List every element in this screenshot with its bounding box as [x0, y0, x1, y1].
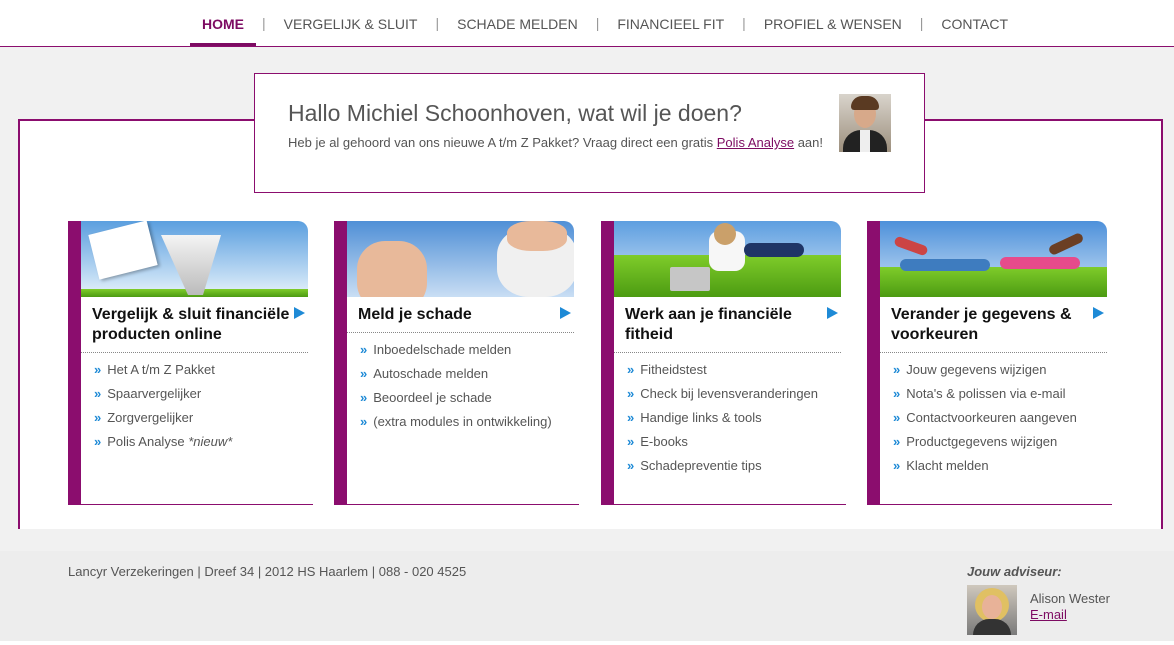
list-item[interactable]: » E-books	[627, 433, 818, 457]
card-image-feet	[347, 221, 574, 297]
bullet-icon: »	[94, 410, 102, 425]
bullet-icon: »	[360, 390, 368, 405]
card-title[interactable]: Meld je schade	[358, 305, 558, 325]
list-item[interactable]: » Fitheidstest	[627, 361, 818, 385]
bullet-icon: »	[893, 386, 901, 401]
bullet-icon: »	[893, 458, 901, 473]
card-link-list: » Het A t/m Z Pakket » Spaarvergelijker » Z…	[94, 361, 232, 457]
list-item[interactable]: » Nota's & polissen via e-mail	[893, 385, 1077, 409]
bullet-icon: »	[627, 410, 635, 425]
nav-schade-melden[interactable]: SCHADE MELDEN	[445, 0, 590, 46]
advisor-name: Alison Wester	[1030, 591, 1110, 606]
user-avatar	[839, 94, 891, 152]
nav-contact[interactable]: CONTACT	[929, 0, 1020, 46]
bullet-icon: »	[627, 458, 635, 473]
card-link-list: » Inboedelschade melden » Autoschade melde…	[360, 341, 552, 437]
advisor-label: Jouw adviseur:	[967, 564, 1062, 579]
nav-separator: |	[919, 15, 924, 31]
list-item[interactable]: » Spaarvergelijker	[94, 385, 232, 409]
bullet-icon: »	[893, 434, 901, 449]
advisor-avatar	[967, 585, 1017, 635]
card-image-tornado	[81, 221, 308, 297]
nav-profiel-wensen[interactable]: PROFIEL & WENSEN	[752, 0, 914, 46]
list-item[interactable]: » Het A t/m Z Pakket	[94, 361, 232, 385]
list-item[interactable]: » Klacht melden	[893, 457, 1077, 481]
list-item[interactable]: » Inboedelschade melden	[360, 341, 552, 365]
nav-separator: |	[595, 15, 600, 31]
bullet-icon: »	[94, 362, 102, 377]
list-item[interactable]: » Autoschade melden	[360, 365, 552, 389]
bullet-icon: »	[360, 414, 368, 429]
arrow-right-icon[interactable]	[827, 307, 838, 319]
arrow-right-icon[interactable]	[1093, 307, 1104, 319]
list-item[interactable]: » Zorgvergelijker	[94, 409, 232, 433]
welcome-greeting: Hallo Michiel Schoonhoven, wat wil je do…	[288, 100, 742, 126]
card-vergelijk-sluit: Vergelijk & sluit financiële producten o…	[68, 221, 313, 505]
bullet-icon: »	[627, 434, 635, 449]
card-link-list: » Fitheidstest » Check bij levensveranderi…	[627, 361, 818, 481]
bullet-icon: »	[893, 362, 901, 377]
list-item[interactable]: » Contactvoorkeuren aangeven	[893, 409, 1077, 433]
bullet-icon: »	[94, 434, 102, 449]
card-link-list: » Jouw gegevens wijzigen » Nota's & poliss…	[893, 361, 1077, 481]
card-title[interactable]: Werk aan je financiële fitheid	[625, 305, 825, 345]
company-address: Lancyr Verzekeringen | Dreef 34 | 2012 H…	[68, 564, 467, 579]
card-title[interactable]: Verander je gegevens & voorkeuren	[891, 305, 1091, 345]
nav-financieel-fit[interactable]: FINANCIEEL FIT	[605, 0, 736, 46]
arrow-right-icon[interactable]	[294, 307, 305, 319]
top-navigation: HOME | VERGELIJK & SLUIT | SCHADE MELDEN…	[0, 0, 1174, 47]
list-item[interactable]: » Handige links & tools	[627, 409, 818, 433]
list-item[interactable]: » Schadepreventie tips	[627, 457, 818, 481]
card-title[interactable]: Vergelijk & sluit financiële producten o…	[92, 305, 292, 345]
new-badge: *nieuw*	[188, 434, 233, 449]
list-item[interactable]: » Check bij levensveranderingen	[627, 385, 818, 409]
list-item[interactable]: » Beoordeel je schade	[360, 389, 552, 413]
nav-home[interactable]: HOME	[190, 0, 256, 46]
welcome-box: Hallo Michiel Schoonhoven, wat wil je do…	[254, 73, 925, 193]
nav-separator: |	[262, 15, 266, 31]
welcome-text: Heb je al gehoord van ons nieuwe A t/m Z…	[288, 135, 824, 150]
footer: Lancyr Verzekeringen | Dreef 34 | 2012 H…	[0, 551, 1174, 645]
nav-vergelijk-sluit[interactable]: VERGELIJK & SLUIT	[272, 0, 430, 46]
bullet-icon: »	[893, 410, 901, 425]
bullet-icon: »	[627, 386, 635, 401]
bullet-icon: »	[94, 386, 102, 401]
card-image-laptop-girl	[614, 221, 841, 297]
nav-menu: HOME | VERGELIJK & SLUIT | SCHADE MELDEN…	[190, 0, 1020, 46]
card-schade-melden: Meld je schade » Inboedelschade melden » A…	[334, 221, 579, 505]
polis-analyse-link[interactable]: Polis Analyse	[717, 135, 794, 150]
list-item[interactable]: » Polis Analyse *nieuw*	[94, 433, 232, 457]
nav-separator: |	[742, 15, 746, 31]
card-financiele-fitheid: Werk aan je financiële fitheid » Fitheids…	[601, 221, 846, 505]
list-item[interactable]: » Jouw gegevens wijzigen	[893, 361, 1077, 385]
bullet-icon: »	[360, 366, 368, 381]
bullet-icon: »	[360, 342, 368, 357]
card-gegevens-voorkeuren: Verander je gegevens & voorkeuren » Jouw …	[867, 221, 1112, 505]
list-item: » (extra modules in ontwikkeling)	[360, 414, 552, 429]
bullet-icon: »	[627, 362, 635, 377]
list-item[interactable]: » Productgegevens wijzigen	[893, 433, 1077, 457]
card-image-couple-grass	[880, 221, 1107, 297]
advisor-email-link[interactable]: E-mail	[1030, 607, 1067, 622]
nav-separator: |	[435, 15, 440, 31]
arrow-right-icon[interactable]	[560, 307, 571, 319]
